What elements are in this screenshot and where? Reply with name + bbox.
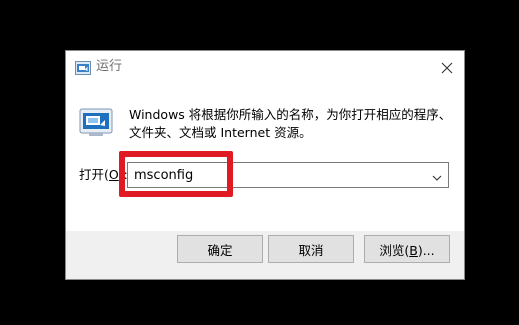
close-button[interactable] bbox=[436, 57, 458, 79]
cancel-button[interactable]: 取消 bbox=[268, 235, 354, 263]
browse-label-suffix: )... bbox=[417, 242, 435, 258]
run-program-icon bbox=[79, 107, 113, 137]
button-bar: 确定 取消 浏览(B)... bbox=[66, 231, 464, 279]
open-input[interactable] bbox=[128, 163, 428, 187]
close-icon bbox=[441, 59, 453, 78]
run-dialog: 运行 Windows 将根据你所输入的名称，为你打开相应的程序、 文件夹、文档或… bbox=[65, 50, 465, 280]
dialog-body: Windows 将根据你所输入的名称，为你打开相应的程序、 文件夹、文档或 In… bbox=[66, 83, 464, 231]
browse-button[interactable]: 浏览(B)... bbox=[364, 235, 450, 263]
cancel-button-label: 取消 bbox=[298, 242, 324, 258]
browse-button-label: 浏览(B)... bbox=[379, 240, 434, 259]
description-line-1: Windows 将根据你所输入的名称，为你打开相应的程序、 bbox=[129, 107, 452, 122]
open-dropdown-button[interactable] bbox=[428, 163, 446, 187]
ok-button-label: 确定 bbox=[207, 242, 233, 258]
chevron-down-icon bbox=[432, 166, 442, 185]
window-title: 运行 bbox=[96, 59, 123, 74]
run-icon bbox=[75, 60, 91, 75]
browse-label-text: 浏览( bbox=[379, 242, 410, 258]
description-text: Windows 将根据你所输入的名称，为你打开相应的程序、 文件夹、文档或 In… bbox=[129, 106, 454, 142]
title-bar[interactable]: 运行 bbox=[66, 51, 464, 83]
open-label-text: 打开( bbox=[79, 167, 109, 182]
browse-label-accelerator: B bbox=[409, 242, 418, 258]
desktop-background: 运行 Windows 将根据你所输入的名称，为你打开相应的程序、 文件夹、文档或… bbox=[0, 0, 519, 325]
open-label: 打开(O): bbox=[79, 167, 128, 183]
open-label-accelerator: O bbox=[108, 167, 119, 182]
open-combobox[interactable] bbox=[127, 162, 449, 188]
ok-button[interactable]: 确定 bbox=[177, 235, 263, 263]
description-line-2: 文件夹、文档或 Internet 资源。 bbox=[129, 125, 312, 140]
